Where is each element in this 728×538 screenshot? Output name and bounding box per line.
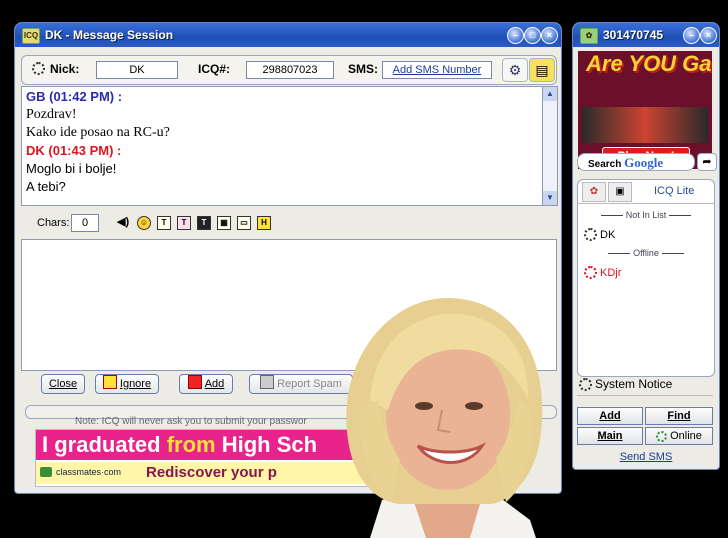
icq-number-label: ICQ#:: [198, 62, 231, 76]
flower-icon: [584, 228, 597, 241]
contact-list-panel: ✿ ▣ ICQ Lite Not In List DK Offline KDjr: [577, 179, 715, 377]
uin-title: 301470745: [603, 28, 664, 42]
main-label: Main: [597, 430, 623, 442]
add-label: Add: [599, 410, 621, 422]
icq-lite-tab[interactable]: ICQ Lite: [654, 185, 694, 197]
contact-list-title-bar[interactable]: ✿ 301470745 – ×: [573, 23, 719, 47]
history-icon[interactable]: H: [257, 216, 271, 230]
nick-label: Nick:: [50, 62, 80, 76]
system-notice[interactable]: System Notice: [577, 377, 713, 396]
google-logo: Google: [624, 155, 664, 170]
window-icon[interactable]: ▭: [237, 216, 251, 230]
bold-icon[interactable]: T: [157, 216, 171, 230]
contact-item[interactable]: KDjr: [584, 266, 621, 279]
flower-icon: [584, 266, 597, 279]
send-sms-link[interactable]: Send SMS: [573, 451, 719, 463]
close-icon[interactable]: ×: [541, 27, 558, 44]
game-ad-banner[interactable]: Are YOU Game? Play Now!: [578, 51, 712, 169]
smiley-icon[interactable]: ☺: [137, 216, 151, 230]
contact-item[interactable]: DK: [584, 228, 615, 241]
icq-icon: ICQ: [22, 28, 40, 44]
ignore-icon: [102, 375, 117, 389]
add-contact-button[interactable]: Add: [577, 407, 643, 425]
minimize-icon[interactable]: –: [507, 27, 524, 44]
title-bar[interactable]: ICQ DK - Message Session – □ ×: [15, 23, 561, 47]
message-line: A tebi?: [26, 179, 66, 194]
system-notice-label: System Notice: [595, 377, 673, 391]
online-flower-icon: [656, 431, 668, 442]
ignore-button-label: Ignore: [119, 378, 152, 390]
icq-number-field[interactable]: 298807023: [246, 61, 334, 79]
scroll-up-icon[interactable]: ▲: [543, 87, 557, 101]
message-line: Pozdrav!: [26, 107, 77, 122]
message-header: DK (01:43 PM) :: [26, 143, 122, 158]
text-color-icon[interactable]: T: [177, 216, 191, 230]
close-icon[interactable]: ×: [700, 27, 717, 44]
formatting-toolbar: Chars: 0 ◀) ☺ T T T ▦ ▭ H: [21, 211, 555, 235]
google-search-box[interactable]: Search Google: [577, 153, 695, 171]
contact-name: KDjr: [600, 267, 622, 279]
gear-icon[interactable]: ⚙: [502, 58, 528, 82]
chat-log[interactable]: GB (01:42 PM) : Pozdrav! Kako ide posao …: [21, 86, 542, 206]
icq-lite-icon: ✿: [580, 28, 598, 44]
ad-footer: classmates·com Rediscover your p: [36, 462, 366, 484]
online-status-button[interactable]: Online: [645, 427, 713, 445]
ignore-button[interactable]: Ignore: [95, 374, 159, 394]
ad-text: I graduated: [42, 432, 161, 457]
sms-label: SMS:: [348, 62, 378, 76]
add-button-label: Add: [204, 378, 225, 390]
nick-field[interactable]: DK: [96, 61, 178, 79]
add-sms-number-link[interactable]: Add SMS Number: [382, 61, 492, 79]
groups-tab-icon[interactable]: ▣: [608, 182, 632, 202]
add-button[interactable]: Add: [179, 374, 233, 394]
game-ad-headline: Are YOU Game?: [586, 51, 712, 76]
main-button[interactable]: Main: [577, 427, 643, 445]
close-button-label: Close: [48, 378, 78, 390]
message-line: Moglo bi i bolje!: [26, 161, 117, 176]
contact-info-bar: Nick: DK ICQ#: 298807023 SMS: Add SMS Nu…: [21, 55, 557, 85]
contact-list-window: ✿ 301470745 – × Are YOU Game? Play Now! …: [572, 22, 720, 470]
security-note: Note: ICQ will never ask you to submit y…: [75, 416, 307, 427]
window-title: DK - Message Session: [45, 28, 174, 42]
background-color-icon[interactable]: T: [197, 216, 211, 230]
scroll-down-icon[interactable]: ▼: [543, 191, 557, 205]
message-header: GB (01:42 PM) :: [26, 89, 123, 104]
ad-text: High Sch: [221, 432, 318, 457]
report-spam-icon: [260, 375, 275, 389]
go-arrow-icon[interactable]: ➦: [697, 153, 717, 171]
search-label: Search Google: [588, 155, 663, 171]
left-eye: [415, 402, 433, 410]
group-header-offline[interactable]: Offline: [578, 248, 714, 258]
find-button[interactable]: Find: [645, 407, 713, 425]
contact-name: DK: [600, 229, 616, 241]
woman-photo: [346, 297, 543, 538]
ad-brand: classmates·com: [56, 467, 122, 477]
flower-tab-icon[interactable]: ✿: [582, 182, 606, 202]
chars-counter: 0: [71, 214, 99, 232]
chars-label: Chars:: [37, 217, 70, 229]
flower-icon: [579, 378, 592, 391]
ad-headline: I graduated from High Sch: [36, 430, 366, 460]
classmates-ad-banner[interactable]: I graduated from High Sch classmates·com…: [35, 429, 367, 487]
sound-icon[interactable]: ◀): [117, 216, 129, 228]
ad-tagline: Rediscover your p: [146, 464, 277, 481]
message-line: Kako ide posao na RC-u?: [26, 125, 170, 140]
online-label: Online: [670, 430, 702, 442]
game-ad-image: [582, 107, 708, 143]
add-icon: [187, 375, 202, 389]
file-icon[interactable]: ▤: [529, 58, 555, 82]
close-button[interactable]: Close: [41, 374, 85, 394]
chat-scrollbar[interactable]: ▲ ▼: [542, 86, 558, 206]
ad-text: from: [166, 432, 216, 457]
maximize-icon[interactable]: □: [524, 27, 541, 44]
divider: [578, 203, 714, 204]
right-eye: [465, 402, 483, 410]
search-label-text: Search: [588, 159, 622, 170]
minimize-icon[interactable]: –: [683, 27, 700, 44]
group-header-not-in-list[interactable]: Not In List: [578, 210, 714, 220]
flower-icon: [32, 62, 45, 75]
table-icon[interactable]: ▦: [217, 216, 231, 230]
find-label: Find: [667, 410, 691, 422]
classmates-logo-icon: [40, 467, 52, 477]
